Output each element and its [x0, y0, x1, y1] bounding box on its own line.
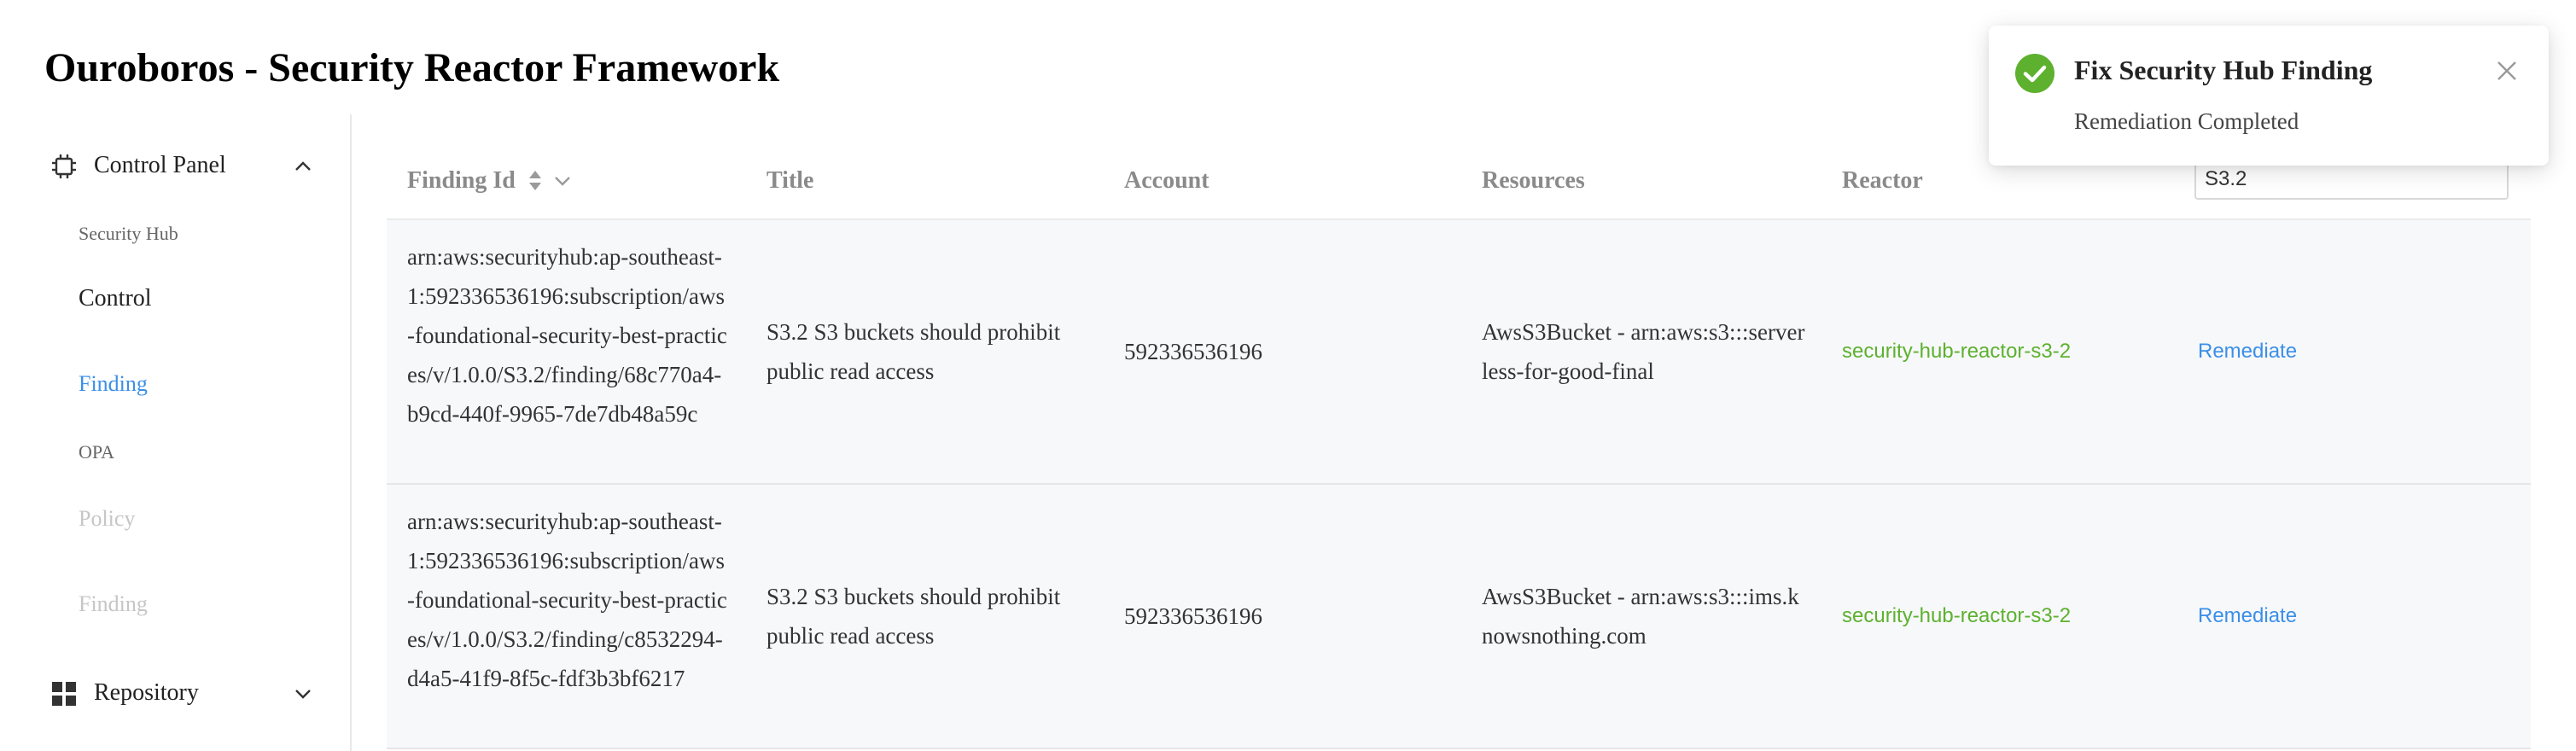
title-cell: S3.2 S3 buckets should prohibit public r…: [766, 319, 1061, 384]
sidebar-group-control-panel[interactable]: Control Panel: [0, 131, 350, 200]
title-cell: S3.2 S3 buckets should prohibit public r…: [766, 584, 1061, 649]
column-header-resources: Resources: [1482, 167, 1585, 194]
close-icon[interactable]: [2496, 60, 2518, 82]
sidebar-section-opa: OPA: [79, 441, 114, 463]
chip-icon: [51, 154, 77, 179]
finding-id-cell: arn:aws:securityhub:ap-southeast-1:59233…: [407, 509, 727, 691]
resources-cell: AwsS3Bucket - arn:aws:s3:::serverless-fo…: [1482, 319, 1805, 384]
sort-icon[interactable]: [529, 171, 541, 190]
sidebar-nav: Control Panel Security Hub Control Findi…: [0, 114, 352, 751]
resources-cell: AwsS3Bucket - arn:aws:s3:::ims.knowsnoth…: [1482, 584, 1799, 649]
column-header-finding-id[interactable]: Finding Id: [407, 164, 516, 198]
app-title: Ouroboros - Security Reactor Framework: [44, 45, 780, 90]
sidebar-item-finding[interactable]: Finding: [79, 367, 148, 401]
toast-title: Fix Security Hub Finding: [2074, 55, 2373, 85]
sidebar-group-repository[interactable]: Repository: [0, 659, 350, 727]
notification-toast: Fix Security Hub Finding Remediation Com…: [1989, 26, 2549, 166]
account-cell: 592336536196: [1124, 603, 1262, 629]
reactor-cell: security-hub-reactor-s3-2: [1842, 340, 2072, 363]
chevron-down-icon: [294, 684, 312, 703]
grid-icon: [51, 681, 77, 707]
sort-controls: [523, 167, 574, 195]
remediate-link[interactable]: Remediate: [2198, 597, 2297, 636]
column-header-title: Title: [766, 167, 814, 194]
column-header-reactor: Reactor: [1842, 167, 1923, 194]
column-header-account: Account: [1124, 167, 1209, 194]
table-row: arn:aws:securityhub:ap-southeast-1:59233…: [387, 220, 2531, 485]
finding-id-cell: arn:aws:securityhub:ap-southeast-1:59233…: [407, 244, 727, 427]
check-circle-icon: [2014, 53, 2055, 94]
sidebar-item-opa-finding: Finding: [79, 591, 148, 616]
toast-message: Remediation Completed: [2074, 108, 2299, 134]
filter-dropdown-icon[interactable]: [555, 177, 570, 186]
sidebar-item-control[interactable]: Control: [79, 282, 152, 316]
account-cell: 592336536196: [1124, 339, 1262, 364]
sidebar-item-policy: Policy: [79, 506, 136, 531]
chevron-up-icon: [294, 157, 312, 176]
reactor-cell: security-hub-reactor-s3-2: [1842, 604, 2072, 627]
remediate-link[interactable]: Remediate: [2198, 332, 2297, 371]
sidebar-group-label: Repository: [94, 679, 199, 706]
table-row: arn:aws:securityhub:ap-southeast-1:59233…: [387, 485, 2531, 749]
sidebar-group-label: Control Panel: [94, 152, 226, 178]
sidebar-section-security-hub: Security Hub: [79, 223, 178, 244]
